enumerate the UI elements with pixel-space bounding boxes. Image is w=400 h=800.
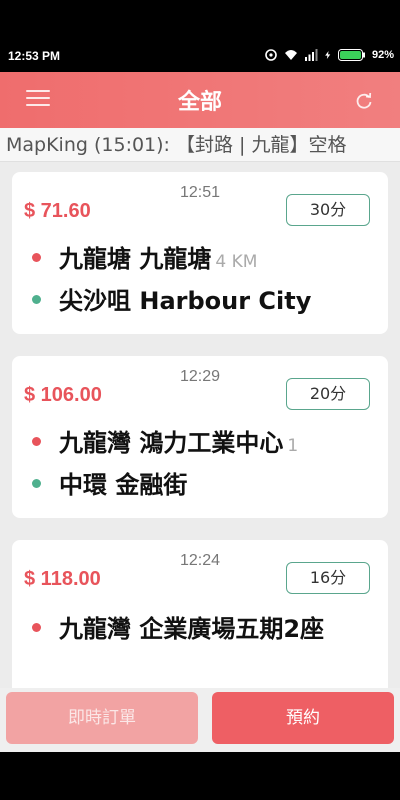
- order-price: $ 106.00: [24, 384, 102, 406]
- news-ticker: MapKing (15:01): 【封路 | 九龍】空格: [0, 128, 400, 162]
- battery-percent: 92%: [371, 49, 394, 61]
- pickup-location: 九龍灣 鴻力工業中心: [59, 429, 284, 457]
- order-list: 12:51 $ 71.60 30分 九龍塘 九龍塘 4 KM 尖沙咀 Harbou…: [0, 162, 400, 688]
- page-title: 全部: [177, 90, 222, 115]
- refresh-icon[interactable]: [354, 91, 374, 111]
- app-header: 全部: [0, 72, 400, 128]
- system-nav-area: [0, 752, 400, 800]
- status-bar: 12:53 PM 92%: [0, 0, 400, 72]
- bottom-action-bar: 即時訂單 預約: [0, 688, 400, 752]
- dropoff-location: 尖沙咀 Harbour City: [59, 287, 312, 315]
- wifi-icon: [284, 50, 297, 60]
- order-card[interactable]: 12:51 $ 71.60 30分 九龍塘 九龍塘 4 KM 尖沙咀 Harbou…: [12, 172, 388, 334]
- pickup-location: 九龍塘 九龍塘: [59, 245, 212, 273]
- instant-orders-button[interactable]: 即時訂單: [6, 692, 198, 744]
- pickup-distance: 4 KM: [215, 252, 258, 272]
- order-duration: 16分: [286, 562, 370, 594]
- dropoff-dot-icon: [32, 294, 41, 304]
- order-card[interactable]: 12:29 $ 106.00 20分 九龍灣 鴻力工業中心 1 中環 金融街: [12, 356, 388, 518]
- order-duration: 30分: [286, 194, 370, 226]
- ticker-text: MapKing (15:01): 【封路 | 九龍】空格: [6, 134, 347, 156]
- reservation-button[interactable]: 預約: [212, 692, 394, 744]
- charging-icon: [325, 51, 331, 59]
- pickup-distance: 1: [287, 436, 299, 456]
- dropoff-location: 中環 金融街: [59, 471, 188, 499]
- pickup-dot-icon: [32, 252, 41, 262]
- dropoff-row: 中環 金融街: [32, 468, 378, 502]
- order-duration: 20分: [286, 378, 370, 410]
- dropoff-row: 尖沙咀 Harbour City: [32, 284, 378, 318]
- pickup-dot-icon: [32, 622, 41, 632]
- pickup-location: 九龍灣 企業廣場五期2座: [59, 615, 325, 643]
- dropoff-dot-icon: [32, 478, 41, 488]
- order-price: $ 118.00: [24, 568, 101, 590]
- order-price: $ 71.60: [24, 200, 91, 222]
- status-time: 12:53 PM: [8, 49, 61, 63]
- pickup-dot-icon: [32, 436, 41, 446]
- status-icons: 92%: [264, 48, 394, 62]
- order-card[interactable]: 12:24 $ 118.00 16分 九龍灣 企業廣場五期2座: [12, 540, 388, 688]
- location-icon: [265, 49, 277, 61]
- battery-icon: [337, 49, 365, 61]
- pickup-row: 九龍灣 企業廣場五期2座: [32, 610, 374, 648]
- pickup-row: 九龍灣 鴻力工業中心 1: [32, 426, 378, 463]
- signal-icon: [304, 49, 318, 61]
- pickup-row: 九龍塘 九龍塘 4 KM: [32, 242, 378, 279]
